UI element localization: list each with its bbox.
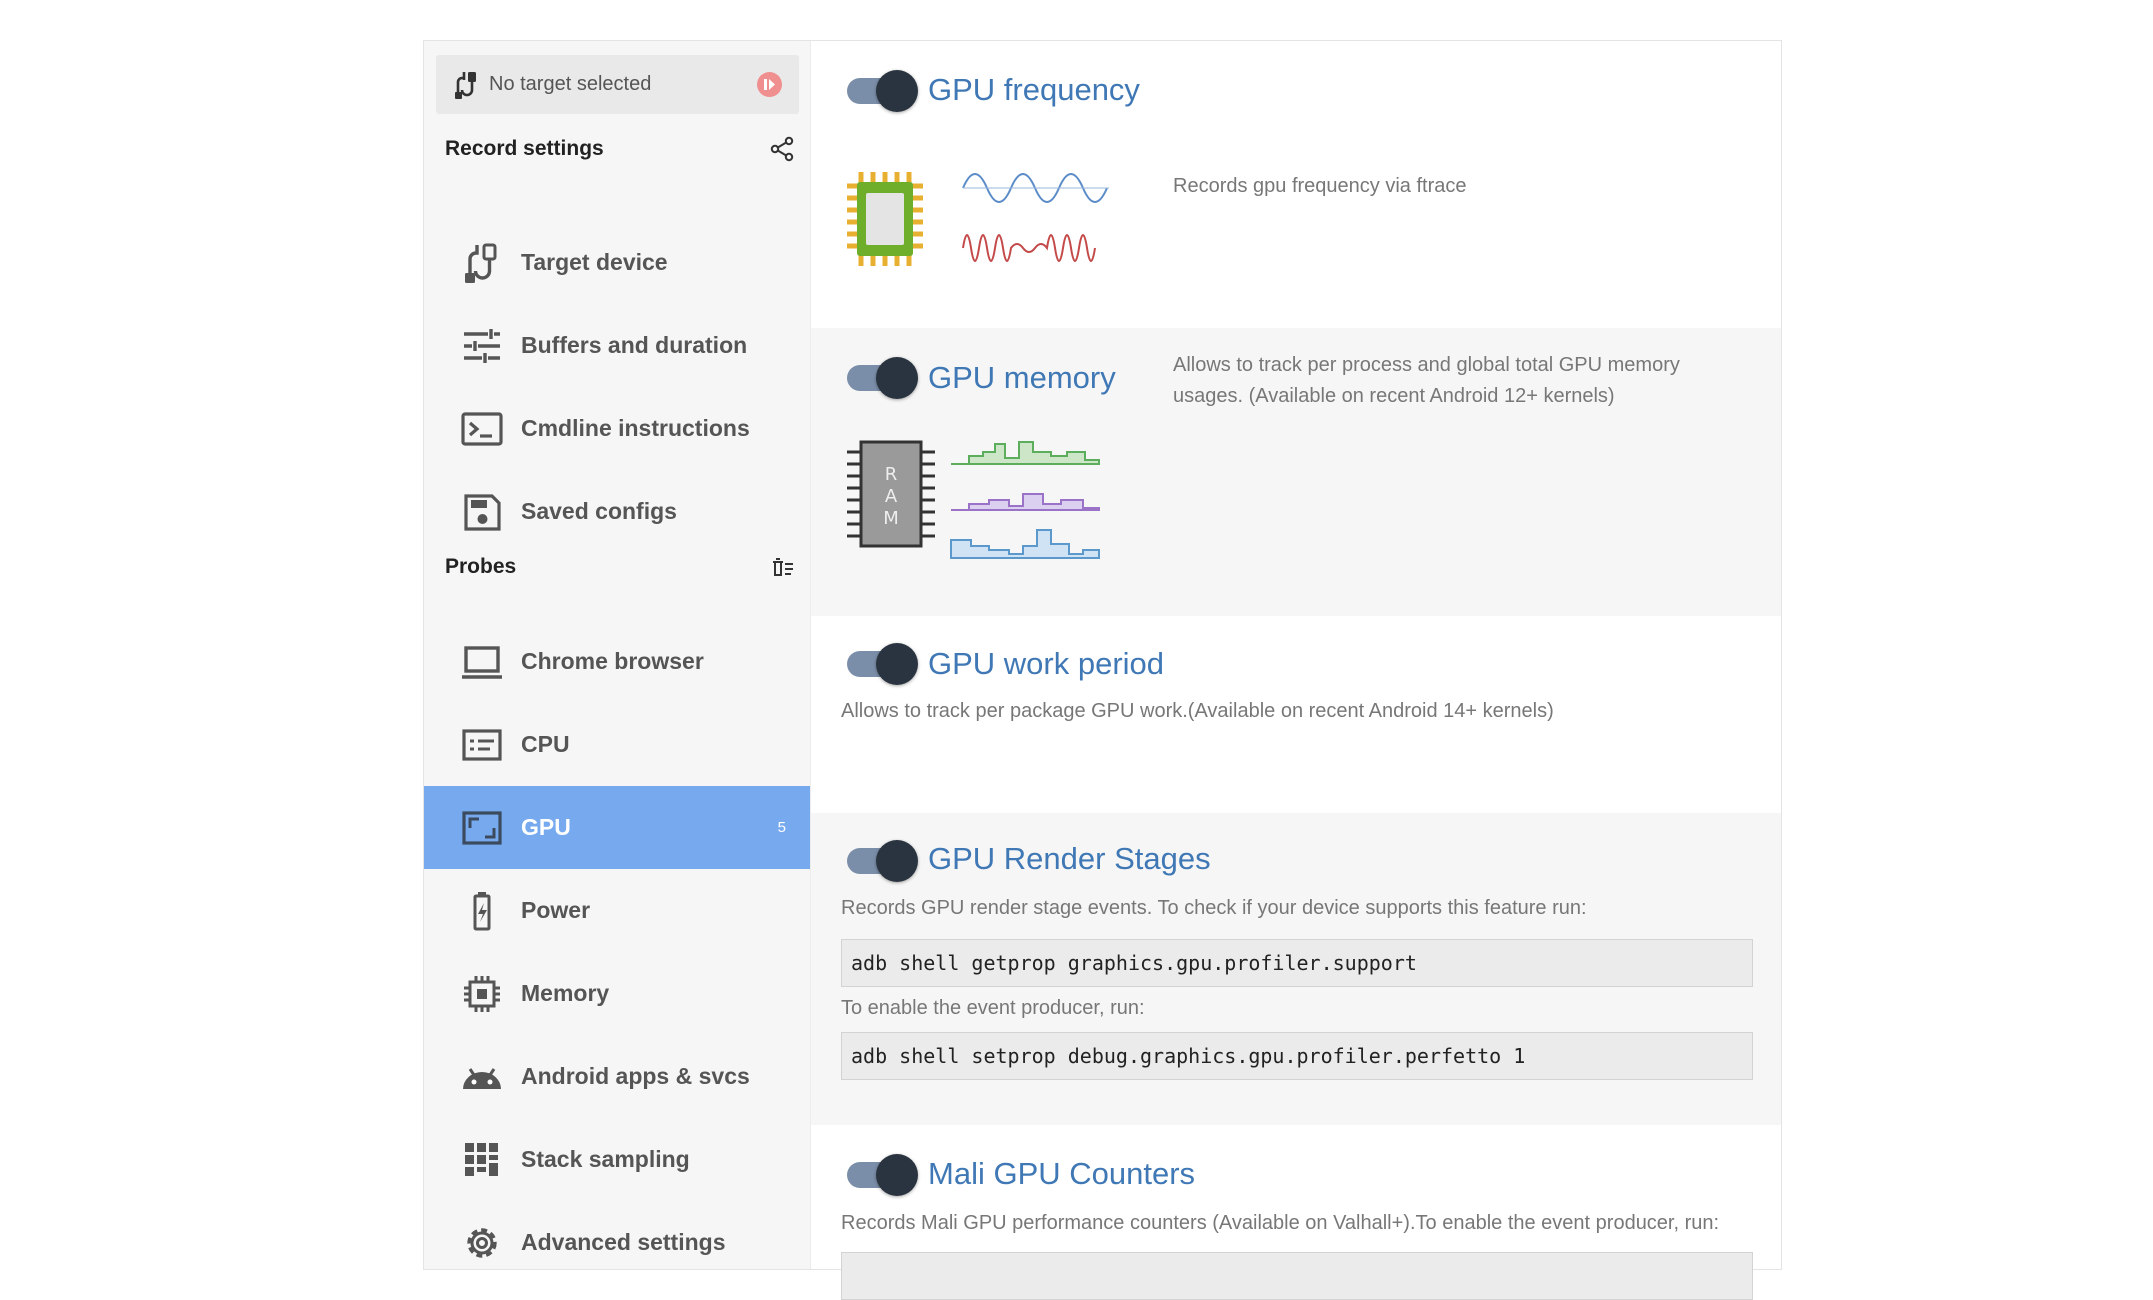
gpu-memory-toggle[interactable] xyxy=(847,356,918,400)
sidebar-item-advanced-settings[interactable]: Advanced settings xyxy=(424,1201,810,1284)
probe-title: GPU work period xyxy=(928,646,1165,681)
probe-gpu-render-stages: GPU Render Stages Records GPU render sta… xyxy=(811,813,1781,1125)
toggle-knob xyxy=(876,70,918,112)
probes-title: Probes xyxy=(445,555,517,578)
probe-description: Records Mali GPU performance counters (A… xyxy=(841,1212,1720,1234)
laptop-icon xyxy=(462,645,502,679)
mali-command[interactable] xyxy=(841,1252,1753,1300)
record-page: No target selected Record settings Targe… xyxy=(423,40,1782,1300)
gpu-work-period-toggle[interactable] xyxy=(847,642,918,686)
battery-icon xyxy=(473,891,491,930)
sidebar-item-label: Power xyxy=(521,897,591,923)
probe-title: GPU memory xyxy=(928,360,1116,395)
probe-gpu-work-period: GPU work period Allows to track per pack… xyxy=(811,616,1781,813)
sidebar-item-memory[interactable]: Memory xyxy=(424,952,810,1035)
sidebar-item-stack-sampling[interactable]: Stack sampling xyxy=(424,1118,810,1201)
record-settings-header: Record settings xyxy=(445,131,795,167)
probe-title: Mali GPU Counters xyxy=(928,1156,1196,1191)
sidebar-item-cmdline-instructions[interactable]: Cmdline instructions xyxy=(424,387,810,470)
usb-cable-icon xyxy=(455,71,476,99)
probe-mali-gpu-counters: Mali GPU Counters Records Mali GPU perfo… xyxy=(811,1125,1781,1300)
sidebar-item-cpu[interactable]: CPU xyxy=(424,703,810,786)
sidebar-item-label: Buffers and duration xyxy=(521,332,748,358)
sidebar-item-chrome-browser[interactable]: Chrome browser xyxy=(424,620,810,703)
enable-instructions: To enable the event producer, run: xyxy=(841,997,1145,1019)
sidebar-item-label: Android apps & svcs xyxy=(521,1063,750,1089)
sidebar-item-power[interactable]: Power xyxy=(424,869,810,952)
gpu-frequency-illustration-icon xyxy=(847,172,1109,266)
memory-chip-icon xyxy=(464,975,500,1012)
probe-description: Allows to track per process and global t… xyxy=(1173,354,1680,407)
tune-sliders-icon xyxy=(464,328,500,363)
probe-description: Records GPU render stage events. To chec… xyxy=(841,897,1587,919)
probe-title: GPU Render Stages xyxy=(928,841,1211,876)
sidebar-item-label: Target device xyxy=(521,249,668,275)
sidebar-item-saved-configs[interactable]: Saved configs xyxy=(424,470,810,553)
toggle-knob xyxy=(876,643,918,685)
toggle-knob xyxy=(876,840,918,882)
target-label: No target selected xyxy=(489,73,652,95)
gpu-render-stages-toggle[interactable] xyxy=(847,839,918,883)
sidebar-item-label: Memory xyxy=(521,980,610,1006)
probe-list: GPU frequency Records gpu frequency via … xyxy=(811,41,1781,1300)
stack-grid-icon xyxy=(465,1142,498,1176)
sidebar-item-label: Cmdline instructions xyxy=(521,415,750,441)
gear-icon xyxy=(467,1227,497,1258)
cpu-list-icon xyxy=(462,728,502,761)
sidebar-item-target-device[interactable]: Target device xyxy=(424,221,810,304)
gpu-screen-icon xyxy=(462,810,502,845)
toggle-knob xyxy=(876,1154,918,1196)
gpu-memory-illustration-icon: R A M xyxy=(847,440,1100,559)
probe-gpu-memory: GPU memory R A M Allows to track per pro… xyxy=(811,328,1781,616)
probe-count-badge: 5 xyxy=(777,819,786,836)
usb-cable-icon xyxy=(465,243,497,283)
sidebar-item-buffers-and-duration[interactable]: Buffers and duration xyxy=(424,304,810,387)
sidebar-item-gpu[interactable]: GPU 5 xyxy=(424,786,810,869)
sidebar-item-label: Advanced settings xyxy=(521,1229,726,1255)
share-icon[interactable] xyxy=(769,136,795,162)
probes-header: Probes xyxy=(445,549,795,585)
svg-text:R: R xyxy=(885,464,898,485)
getprop-command[interactable]: adb shell getprop graphics.gpu.profiler.… xyxy=(841,939,1753,987)
sidebar-item-label: CPU xyxy=(521,731,570,757)
gpu-frequency-toggle[interactable] xyxy=(847,69,918,113)
clear-all-icon[interactable] xyxy=(769,554,795,580)
save-icon xyxy=(464,493,501,531)
sidebar-item-android-apps[interactable]: Android apps & svcs xyxy=(424,1035,810,1118)
sidebar-item-label: Saved configs xyxy=(521,498,677,524)
mali-gpu-counters-toggle[interactable] xyxy=(847,1153,918,1197)
record-icon xyxy=(764,79,775,90)
target-selector[interactable]: No target selected xyxy=(436,55,799,114)
sidebar-item-label: Stack sampling xyxy=(521,1146,690,1172)
svg-text:A: A xyxy=(885,486,898,507)
sidebar: No target selected Record settings Targe… xyxy=(424,41,811,1269)
sidebar-item-label: Chrome browser xyxy=(521,648,704,674)
toggle-knob xyxy=(876,357,918,399)
probe-description: Records gpu frequency via ftrace xyxy=(1173,175,1467,197)
svg-text:M: M xyxy=(883,508,899,529)
sidebar-item-label: GPU xyxy=(521,814,571,840)
record-status-icon[interactable] xyxy=(757,72,782,97)
setprop-command[interactable]: adb shell setprop debug.graphics.gpu.pro… xyxy=(841,1032,1753,1080)
terminal-icon xyxy=(461,411,503,446)
android-icon xyxy=(463,1067,501,1089)
record-settings-title: Record settings xyxy=(445,137,604,160)
probe-gpu-frequency: GPU frequency Records gpu frequency via … xyxy=(811,41,1781,328)
probe-description: Allows to track per package GPU work.(Av… xyxy=(841,700,1554,722)
probe-title: GPU frequency xyxy=(928,72,1140,107)
